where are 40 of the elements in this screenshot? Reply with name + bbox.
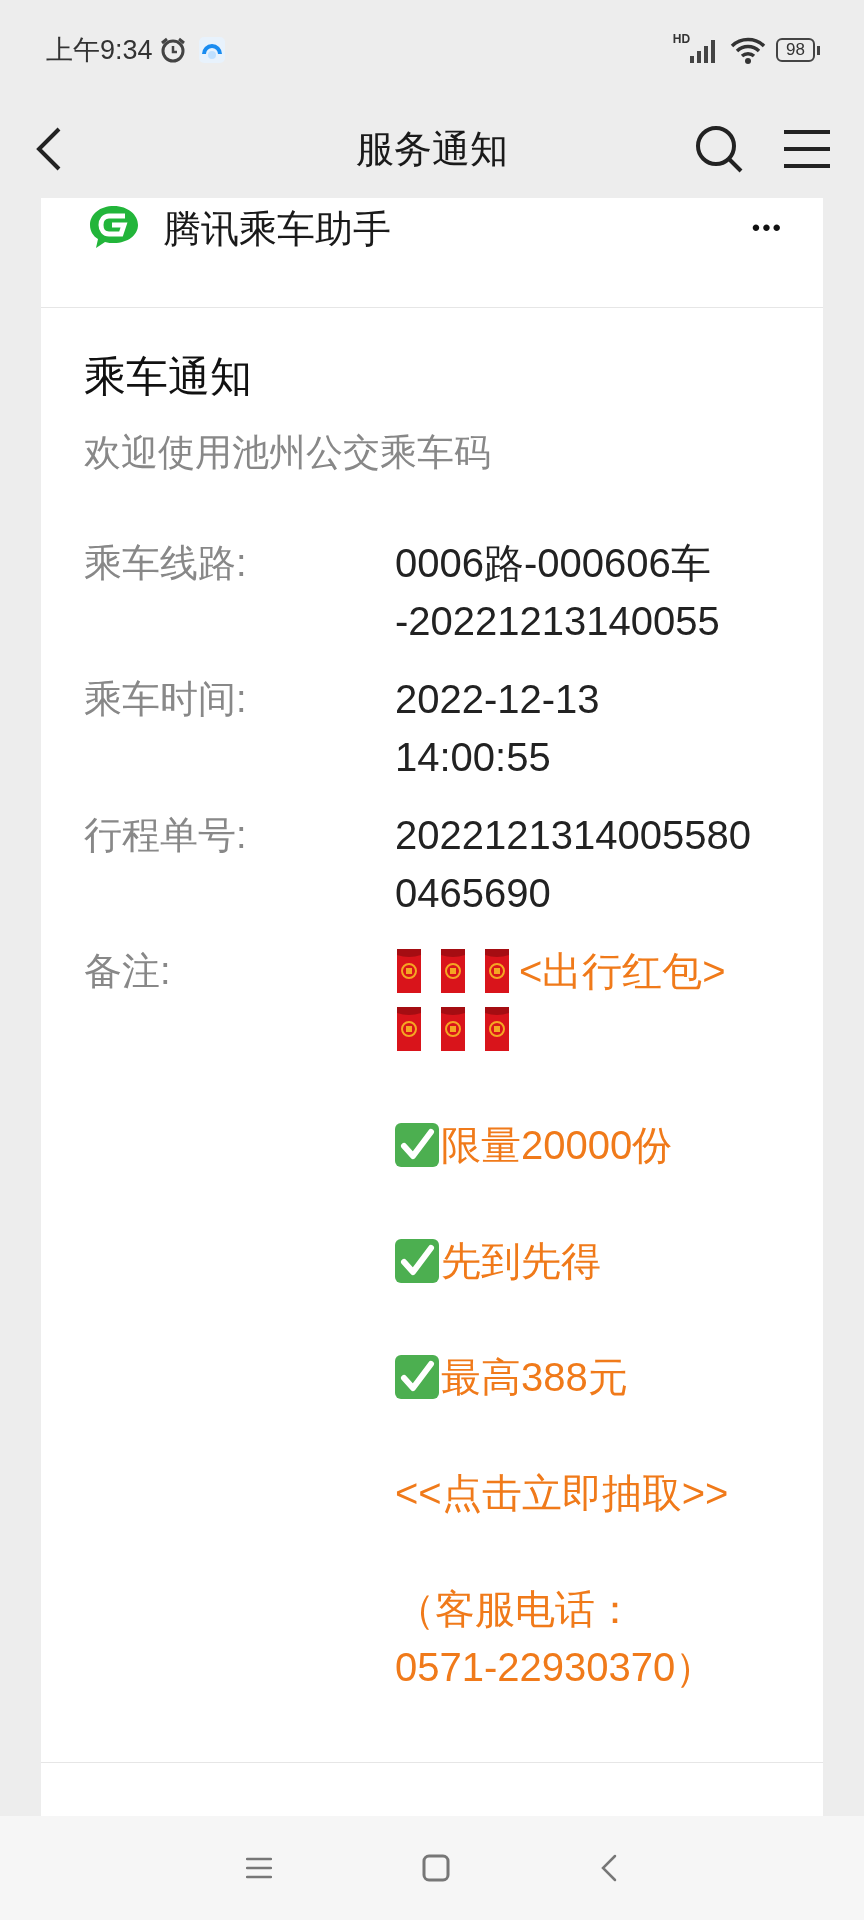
check-icon [395,1239,439,1283]
network-type: HD [672,32,691,46]
status-time: 上午9:34 [46,34,153,67]
field-label: 乘车时间: [84,677,248,722]
field-value: 0006路-000606车 -20221213140055 [395,540,721,645]
field-label: 乘车线路: [84,541,248,586]
page-title: 服务通知 [355,126,509,172]
promo-text: <出行红包> [519,948,726,995]
app-notification-icon [198,37,225,63]
promo-text: 限量20000份 [441,1122,673,1169]
check-icon [395,1355,439,1399]
logo-icon [87,204,141,250]
promo-text: 先到先得 [441,1238,601,1285]
envelope-icon [485,949,509,993]
battery-level: 98 [776,38,815,62]
recent-apps-button[interactable] [246,1857,272,1879]
field-value: 2022121314005580 0465690 [395,812,752,917]
envelope-icon [441,949,465,993]
notice-title: 乘车通知 [84,352,253,402]
envelope-icon [397,949,421,993]
field-label: 行程单号: [84,813,248,858]
envelope-icon [397,1007,421,1051]
search-button[interactable] [694,124,744,174]
wifi-icon [730,36,767,64]
envelope-icon [485,1007,509,1051]
promo-text: （客服电话： [395,1586,635,1633]
home-button[interactable] [422,1854,450,1882]
alarm-clock-icon [158,36,187,64]
check-icon [395,1123,439,1167]
field-label: 备注: [84,949,172,994]
field-value: 2022-12-13 14:00:55 [395,676,601,781]
envelope-icon [441,1007,465,1051]
promo-text: 最高388元 [441,1354,628,1401]
promo-text: 0571-22930370） [395,1644,716,1691]
more-button[interactable]: ••• [751,214,783,242]
promo-text: <<点击立即抽取>> [395,1470,729,1517]
notice-subtitle: 欢迎使用池州公交乘车码 [84,431,492,475]
menu-button[interactable] [784,129,830,169]
back-nav-button[interactable] [600,1854,618,1882]
app-name: 腾讯乘车助手 [163,207,392,252]
